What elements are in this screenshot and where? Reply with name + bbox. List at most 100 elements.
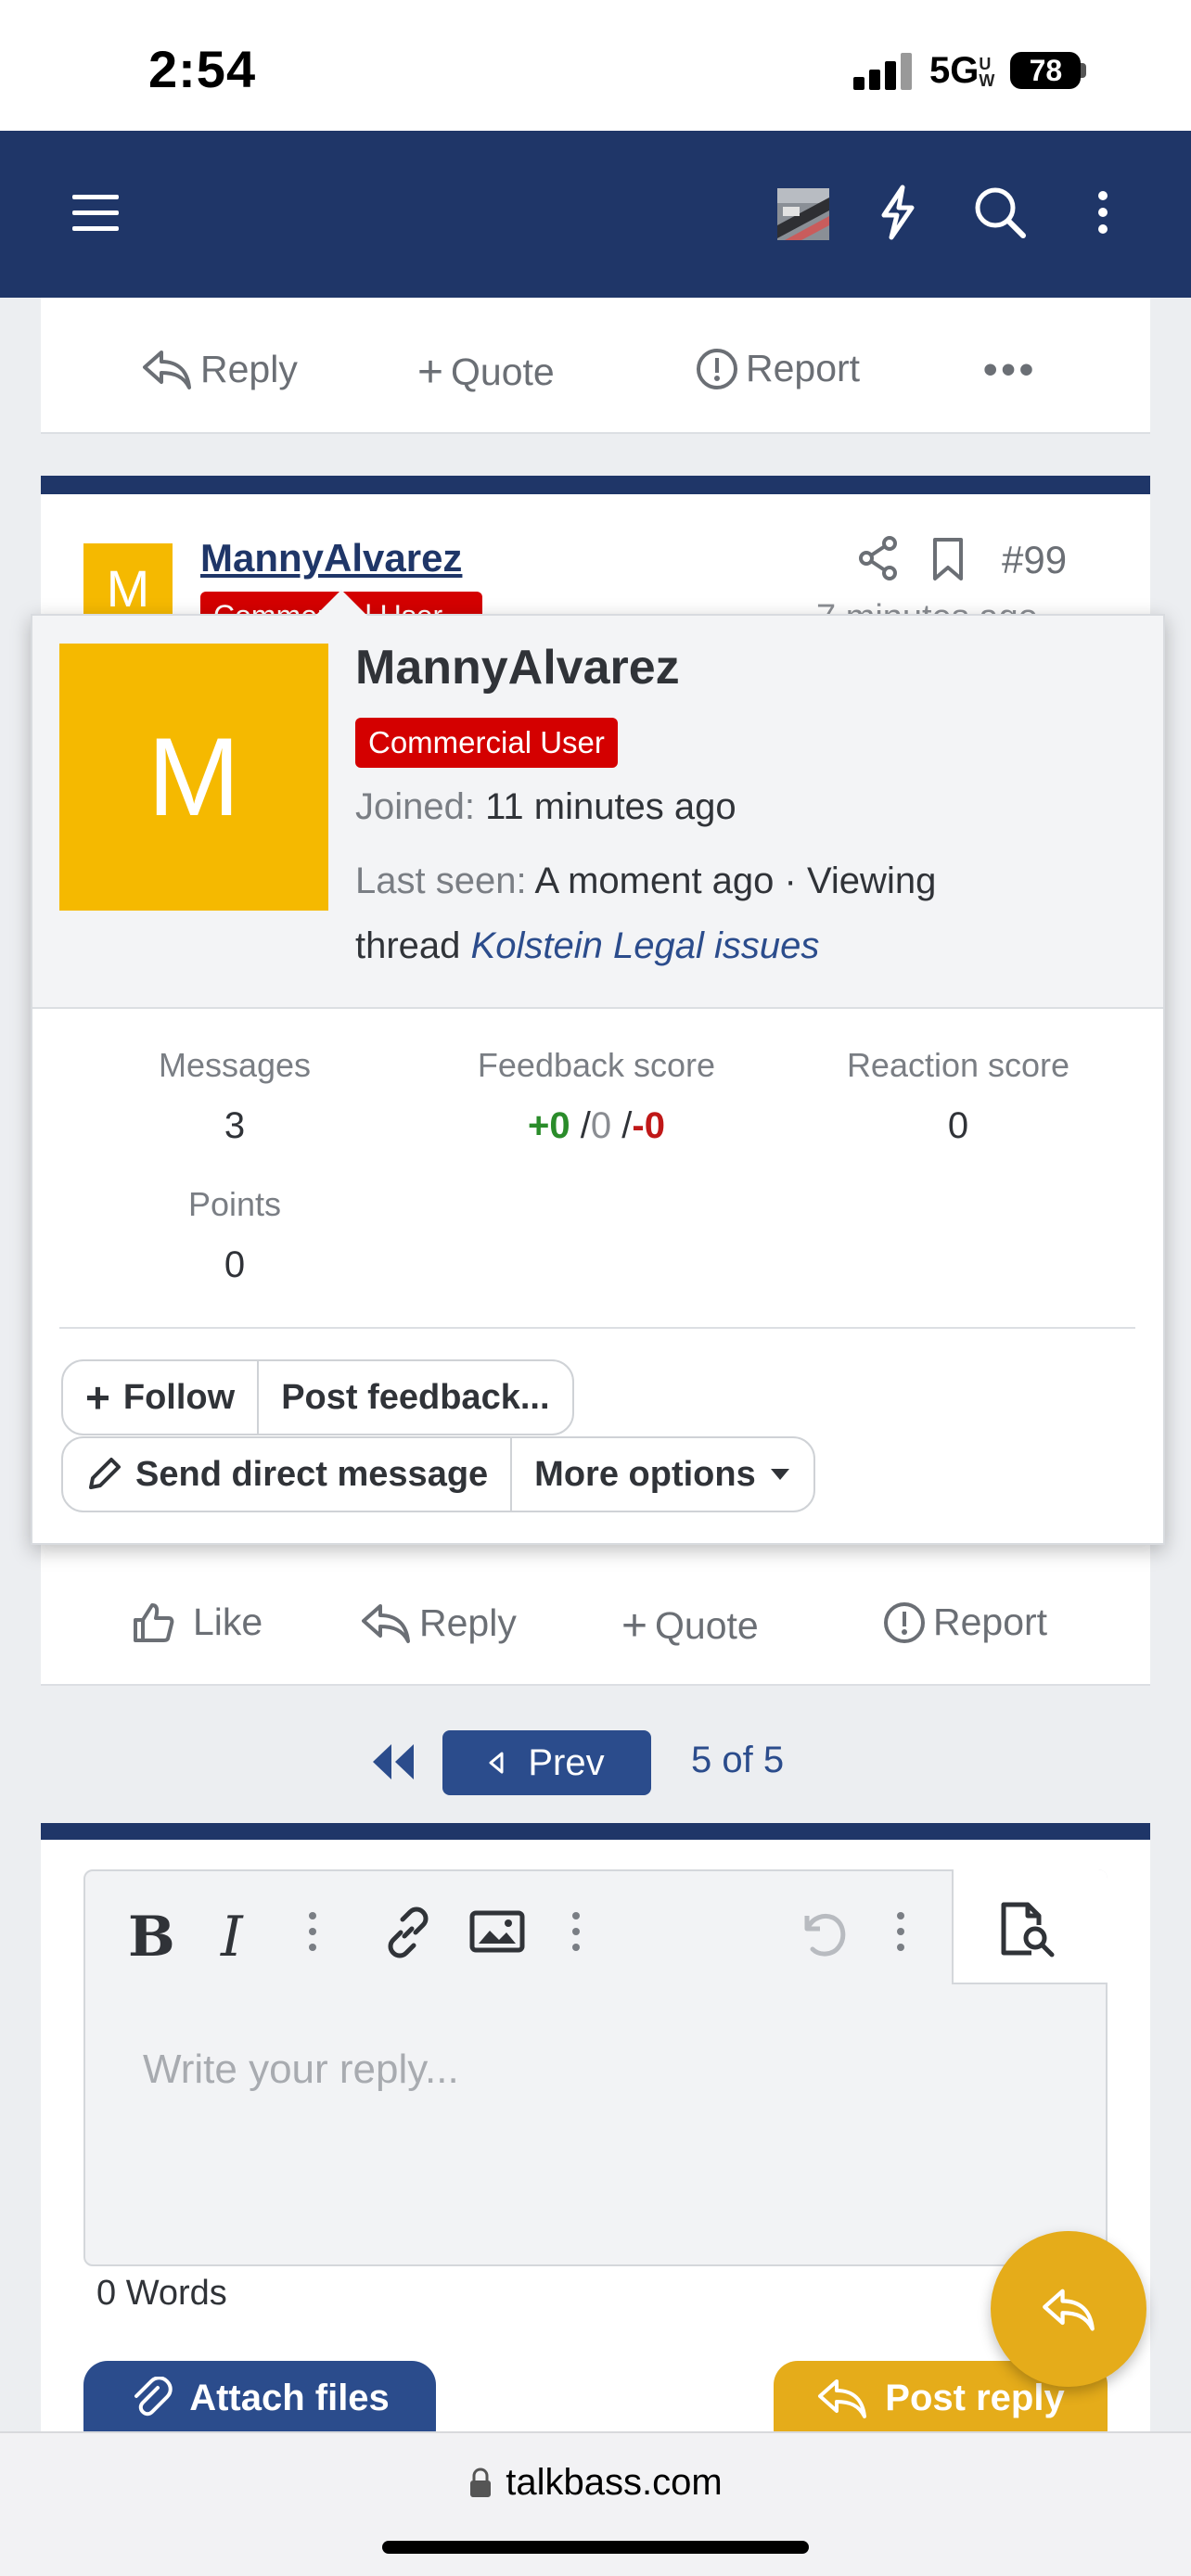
prev-label: Prev xyxy=(528,1741,605,1783)
reaction-label: Reaction score xyxy=(846,1046,1070,1084)
post-username-link[interactable]: MannyAlvarez xyxy=(200,536,462,580)
bolt-icon[interactable] xyxy=(875,184,919,241)
pencil-icon xyxy=(89,1458,121,1489)
network-label: 5G xyxy=(929,49,980,91)
url-text: talkbass.com xyxy=(506,2462,723,2503)
reply-icon xyxy=(362,1604,410,1643)
feedback-sep: / xyxy=(621,1105,633,1146)
post-feedback-button[interactable]: Post feedback... xyxy=(257,1361,571,1434)
vertical-dots-icon[interactable] xyxy=(1095,188,1111,236)
feedback-neutral: 0 xyxy=(590,1105,612,1146)
report-button[interactable]: Report xyxy=(696,347,860,390)
status-time: 2:54 xyxy=(148,40,257,98)
member-avatar[interactable]: M xyxy=(59,644,328,911)
thumbs-up-icon xyxy=(134,1602,174,1642)
bookmark-icon[interactable] xyxy=(931,536,965,582)
quote-button[interactable]: + Quote xyxy=(417,347,555,398)
caret-down-icon xyxy=(770,1469,789,1480)
stat-messages: Messages 3 xyxy=(58,1046,411,1147)
thread-link[interactable]: Kolstein Legal issues xyxy=(471,925,820,966)
feedback-value[interactable]: +0 /0 /-0 xyxy=(420,1105,773,1147)
first-page-icon[interactable] xyxy=(371,1741,416,1783)
popup-divider xyxy=(59,1327,1135,1329)
preview-icon[interactable] xyxy=(998,1901,1057,1958)
feedback-negative: -0 xyxy=(632,1105,665,1146)
messages-value[interactable]: 3 xyxy=(58,1105,411,1147)
share-icon[interactable] xyxy=(858,536,899,580)
reply-button[interactable]: Reply xyxy=(141,347,298,391)
report-icon xyxy=(884,1601,925,1643)
feedback-sep: / xyxy=(580,1105,591,1146)
follow-label: Follow xyxy=(122,1377,236,1417)
report-label: Report xyxy=(746,347,861,389)
points-label: Points xyxy=(187,1185,282,1223)
joined-line: Joined: 11 minutes ago xyxy=(355,786,736,828)
status-indicators: 5G UW 78 xyxy=(853,46,1087,95)
post-feedback-label: Post feedback... xyxy=(281,1377,550,1417)
quote-button[interactable]: + Quote xyxy=(621,1600,759,1651)
search-icon[interactable] xyxy=(972,185,1028,240)
address-display[interactable]: talkbass.com xyxy=(0,2462,1191,2504)
quote-label: Quote xyxy=(451,351,555,393)
reply-placeholder[interactable]: Write your reply... xyxy=(143,2047,459,2093)
reply-icon xyxy=(818,2379,867,2418)
undo-icon[interactable] xyxy=(796,1905,852,1960)
user-avatar-icon[interactable] xyxy=(777,188,829,240)
reply-icon xyxy=(143,351,191,389)
attach-files-label: Attach files xyxy=(189,2377,390,2418)
follow-button[interactable]: + Follow xyxy=(63,1361,257,1434)
stat-feedback: Feedback score +0 /0 /-0 xyxy=(420,1046,773,1147)
send-direct-message-button[interactable]: Send direct message xyxy=(63,1438,510,1511)
member-badge: Commercial User xyxy=(355,718,618,768)
viewing-thread-line: thread Kolstein Legal issues xyxy=(355,925,819,967)
bold-button[interactable]: B xyxy=(128,1905,175,1970)
floating-reply-button[interactable] xyxy=(991,2231,1146,2387)
tooltip-arrow xyxy=(315,590,367,616)
stat-reaction: Reaction score 0 xyxy=(782,1046,1134,1147)
report-label: Report xyxy=(933,1600,1048,1643)
member-button-group-2: Send direct message More options xyxy=(61,1436,815,1512)
network-sup-label: UW xyxy=(979,54,995,90)
link-icon[interactable] xyxy=(380,1905,436,1960)
more-editor-options-icon[interactable] xyxy=(894,1908,907,1955)
image-icon[interactable] xyxy=(469,1910,525,1953)
browser-address-bar[interactable] xyxy=(0,2431,1191,2576)
stat-points: Points 0 xyxy=(58,1185,411,1286)
quote-label: Quote xyxy=(655,1604,759,1647)
hamburger-icon[interactable] xyxy=(72,193,119,234)
home-indicator xyxy=(382,2541,809,2554)
last-seen-value: A moment ago · Viewing xyxy=(534,861,937,901)
more-insert-options-icon[interactable] xyxy=(570,1908,583,1955)
more-text-options-icon[interactable] xyxy=(306,1908,319,1955)
prev-page-button[interactable]: Prev xyxy=(442,1730,651,1795)
messages-label: Messages xyxy=(158,1046,312,1084)
more-options-label: More options xyxy=(534,1454,756,1494)
joined-label: Joined: xyxy=(355,786,475,827)
word-count: 0 Words xyxy=(96,2274,227,2313)
thread-prefix: thread xyxy=(355,925,461,966)
report-button[interactable]: Report xyxy=(883,1600,1047,1644)
report-icon xyxy=(697,348,737,389)
more-actions-button[interactable]: ••• xyxy=(983,347,1037,393)
like-button[interactable]: Like xyxy=(132,1600,263,1644)
plus-icon: + xyxy=(85,1373,110,1422)
send-dm-label: Send direct message xyxy=(135,1454,489,1494)
reply-label: Reply xyxy=(419,1600,517,1644)
editor-accent-bar xyxy=(41,1823,1150,1840)
reply-icon xyxy=(1043,2289,1095,2331)
reaction-value: 0 xyxy=(947,1105,969,1146)
post-number[interactable]: #99 xyxy=(1002,538,1067,582)
more-options-button[interactable]: More options xyxy=(510,1438,813,1511)
member-button-group-1: + Follow Post feedback... xyxy=(61,1359,574,1435)
post-accent-bar xyxy=(41,476,1150,494)
italic-button[interactable]: I xyxy=(221,1905,243,1970)
battery-icon: 78 xyxy=(1010,52,1082,89)
reply-label: Reply xyxy=(200,347,298,390)
post-reply-label: Post reply xyxy=(885,2377,1065,2418)
points-value[interactable]: 0 xyxy=(58,1244,411,1286)
reply-button[interactable]: Reply xyxy=(360,1600,517,1645)
member-username[interactable]: MannyAlvarez xyxy=(355,640,680,695)
page-count[interactable]: 5 of 5 xyxy=(691,1740,784,1781)
joined-value: 11 minutes ago xyxy=(485,786,736,827)
plus-icon: + xyxy=(621,1601,648,1651)
